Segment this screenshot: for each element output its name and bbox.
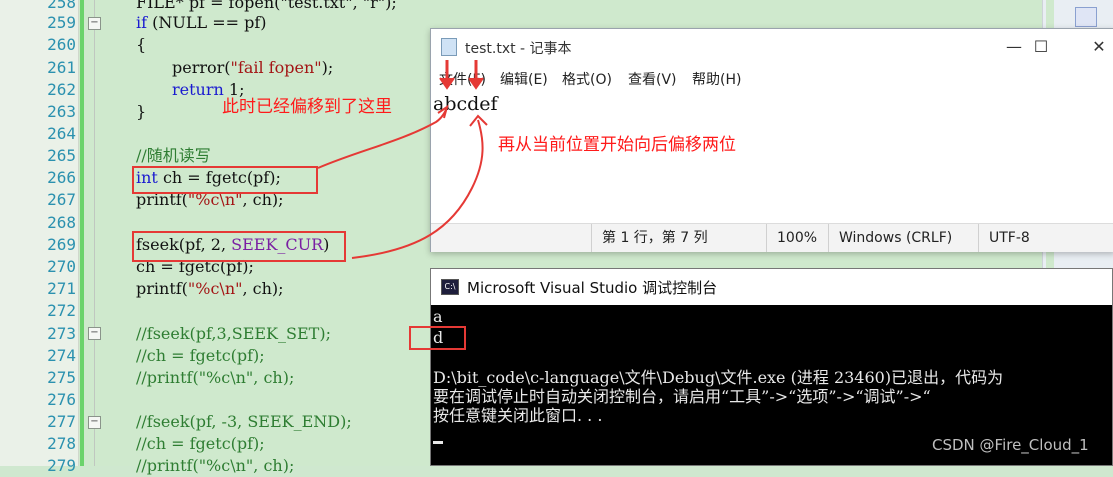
line-number: 262 <box>47 80 76 99</box>
code-comment: //ch = fgetc(pf); <box>136 346 265 365</box>
code-comment: //ch = fgetc(pf); <box>136 434 265 453</box>
notepad-statusbar: 第 1 行，第 7 列 100% Windows (CRLF) UTF-8 <box>431 223 1113 252</box>
code-string: "fail fopen" <box>230 58 322 77</box>
line-number: 271 <box>47 279 76 298</box>
line-number: 276 <box>47 390 76 409</box>
console-titlebar[interactable]: C:\ Microsoft Visual Studio 调试控制台 <box>431 269 1112 305</box>
close-button[interactable]: ✕ <box>1079 35 1113 59</box>
code-text: printf( <box>136 279 188 298</box>
console-line: D:\bit_code\c-language\文件\Debug\文件.exe (… <box>433 368 1004 387</box>
code-text: perror( <box>172 58 231 77</box>
change-indicator-bar <box>80 0 84 466</box>
code-keyword: return <box>172 80 224 99</box>
status-cursor-position: 第 1 行，第 7 列 <box>591 224 767 252</box>
collapse-toggle-icon[interactable]: − <box>88 17 101 30</box>
code-text: ); <box>321 58 334 77</box>
line-number: 261 <box>47 58 76 77</box>
notepad-menubar: 文件(F) 编辑(E) 格式(O) 查看(V) 帮助(H) <box>431 65 1113 91</box>
console-line: 按任意键关闭此窗口. . . <box>433 406 603 425</box>
console-line: a <box>433 307 443 326</box>
maximize-button[interactable]: ☐ <box>1021 35 1061 59</box>
menu-format[interactable]: 格式(O) <box>562 69 612 89</box>
line-number: 260 <box>47 35 76 54</box>
line-number: 274 <box>47 346 76 365</box>
code-line: if (NULL == pf) <box>136 12 267 34</box>
menu-view[interactable]: 查看(V) <box>628 69 677 89</box>
line-number: 273 <box>47 324 76 343</box>
console-title: Microsoft Visual Studio 调试控制台 <box>467 279 718 297</box>
status-zoom: 100% <box>766 224 828 252</box>
code-text: , ch); <box>242 279 284 298</box>
line-number: 269 <box>47 235 76 254</box>
code-comment: //printf("%c\n", ch); <box>136 456 295 475</box>
code-keyword: if <box>136 13 148 32</box>
console-icon: C:\ <box>441 279 459 295</box>
code-comment: //fseek(pf, -3, SEEK_END); <box>136 412 352 431</box>
line-number: 275 <box>47 368 76 387</box>
notepad-titlebar[interactable]: test.txt - 记事本 — ☐ ✕ <box>431 29 1113 65</box>
line-number-gutter: 258 259 260 261 262 263 264 265 266 267 … <box>0 0 79 475</box>
line-number: 263 <box>47 102 76 121</box>
line-number: 268 <box>47 213 76 232</box>
status-encoding: UTF-8 <box>978 224 1113 252</box>
watermark-text: CSDN @Fire_Cloud_1 <box>932 436 1089 454</box>
line-number: 259 <box>47 13 76 32</box>
collapse-toggle-icon[interactable]: − <box>88 416 101 429</box>
line-number: 264 <box>47 124 76 143</box>
highlight-fseek-box <box>132 231 346 262</box>
console-line: 要在调试停止时自动关闭控制台，请启用“工具”->“选项”->“调试”->“ <box>433 387 931 406</box>
annotation-offset-here: 此时已经偏移到了这里 <box>222 97 392 117</box>
line-number: 265 <box>47 146 76 165</box>
line-number: 266 <box>47 168 76 187</box>
console-cursor <box>433 441 443 444</box>
code-comment: //printf("%c\n", ch); <box>136 368 295 387</box>
code-line: } <box>136 102 147 121</box>
notepad-title: test.txt - 记事本 <box>465 41 572 57</box>
code-comment: //随机读写 <box>136 146 211 165</box>
code-line: { <box>136 35 147 54</box>
notepad-icon <box>441 38 457 56</box>
code-string: "%c\n" <box>187 279 243 298</box>
outline-guide <box>94 0 95 466</box>
code-text: (NULL == pf) <box>147 13 267 32</box>
highlight-output-d-box <box>409 326 466 350</box>
line-number: 278 <box>47 434 76 453</box>
code-line: perror("fail fopen"); <box>172 57 333 79</box>
line-number: 270 <box>47 257 76 276</box>
notepad-text-area[interactable]: abcdef <box>433 93 498 115</box>
code-comment: //fseek(pf,3,SEEK_SET); <box>136 324 331 343</box>
annotation-offset-two: 再从当前位置开始向后偏移两位 <box>498 135 736 155</box>
menu-edit[interactable]: 编辑(E) <box>500 69 548 89</box>
line-number: 277 <box>47 412 76 431</box>
collapse-toggle-icon[interactable]: − <box>88 327 101 340</box>
line-number: 267 <box>47 190 76 209</box>
menu-file[interactable]: 文件(F) <box>439 69 486 89</box>
status-line-ending: Windows (CRLF) <box>828 224 978 252</box>
highlight-fgetc-box <box>132 166 318 194</box>
panel-icon[interactable] <box>1075 7 1097 27</box>
line-number: 272 <box>47 301 76 320</box>
code-line: printf("%c\n", ch); <box>136 278 284 300</box>
line-number: 279 <box>47 456 76 475</box>
menu-help[interactable]: 帮助(H) <box>692 69 741 89</box>
